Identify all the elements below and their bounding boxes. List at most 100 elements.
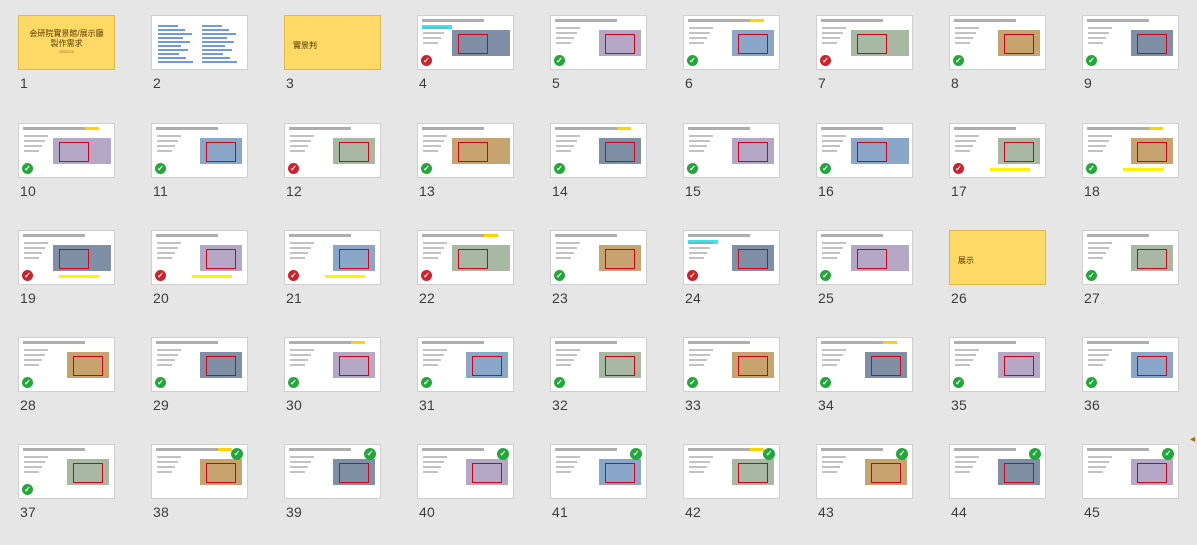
slide-thumbnail[interactable]: ✓ [949, 337, 1046, 392]
slide-thumbnail-cell[interactable]: ✓ 44 [949, 444, 1059, 534]
slide-thumbnail[interactable]: ✓ [683, 337, 780, 392]
slide-thumbnail[interactable]: ✓ [683, 230, 780, 285]
slide-thumbnail[interactable]: ✓ [417, 337, 514, 392]
slide-thumbnail-cell[interactable]: ✓ 23 [550, 230, 660, 320]
slide-thumbnail-cell[interactable]: ✓ 15 [683, 123, 793, 213]
slide-thumbnail[interactable]: ✓ [1082, 444, 1179, 499]
slide-thumbnail[interactable]: ✓ [550, 123, 647, 178]
slide-thumbnail[interactable]: ✓ [417, 444, 514, 499]
slide-thumbnail-cell[interactable]: ✓ 36 [1082, 337, 1192, 427]
check-circle-icon: ✓ [22, 484, 33, 495]
slide-thumbnail-cell[interactable]: ✓ 31 [417, 337, 527, 427]
check-circle-icon: ✓ [763, 448, 775, 460]
slide-thumbnail[interactable]: ✓ [1082, 15, 1179, 70]
slide-thumbnail-cell[interactable]: ✓ 32 [550, 337, 660, 427]
slide-thumbnail-cell[interactable]: 会研院實景館/展示廳 製作需求 2023.04 1 [18, 15, 128, 105]
slide-thumbnail-cell[interactable]: ✓ 8 [949, 15, 1059, 105]
slide-thumbnail[interactable]: ✓ [284, 230, 381, 285]
slide-thumbnail-cell[interactable]: ✓ 38 [151, 444, 261, 534]
slide-thumbnail[interactable]: ✓ [683, 123, 780, 178]
slide-thumbnail-cell[interactable]: 2 [151, 15, 261, 105]
slide-thumbnail-cell[interactable]: ✓ 35 [949, 337, 1059, 427]
slide-text-line [955, 456, 979, 458]
slide-thumbnail[interactable]: ✓ [1082, 123, 1179, 178]
slide-thumbnail-cell[interactable]: ✓ 18 [1082, 123, 1192, 213]
slide-thumbnail[interactable]: ✓ [550, 15, 647, 70]
slide-thumbnail[interactable]: ✓ [417, 123, 514, 178]
slide-thumbnail[interactable] [151, 15, 248, 70]
slide-thumbnail-cell[interactable]: ✓ 43 [816, 444, 926, 534]
slide-thumbnail[interactable]: ✓ [18, 123, 115, 178]
slide-thumbnail[interactable]: ✓ [417, 15, 514, 70]
check-circle-icon: ✓ [820, 163, 831, 174]
slide-thumbnail-cell[interactable]: ✓ 29 [151, 337, 261, 427]
slide-text-line [423, 359, 441, 361]
slide-thumbnail-cell[interactable]: ✓ 37 [18, 444, 128, 534]
slide-thumbnail[interactable]: ✓ [151, 230, 248, 285]
slide-thumbnail-cell[interactable]: ✓ 21 [284, 230, 394, 320]
slide-thumbnail-cell[interactable]: ✓ 12 [284, 123, 394, 213]
slide-thumbnail-cell[interactable]: ✓ 9 [1082, 15, 1192, 105]
slide-thumbnail[interactable]: 實景判 [284, 15, 381, 70]
slide-thumbnail-cell[interactable]: ✓ 19 [18, 230, 128, 320]
slide-thumbnail[interactable]: ✓ [284, 444, 381, 499]
slide-thumbnail[interactable]: 会研院實景館/展示廳 製作需求 2023.04 [18, 15, 115, 70]
slide-thumbnail[interactable]: ✓ [550, 230, 647, 285]
slide-thumbnail-cell[interactable]: ✓ 24 [683, 230, 793, 320]
slide-heading [555, 127, 617, 130]
slide-thumbnail-cell[interactable]: ✓ 13 [417, 123, 527, 213]
slide-thumbnail[interactable]: ✓ [550, 444, 647, 499]
slide-thumbnail-cell[interactable]: ✓ 17 [949, 123, 1059, 213]
slide-thumbnail[interactable]: ✓ [816, 337, 913, 392]
slide-thumbnail-cell[interactable]: ✓ 45 [1082, 444, 1192, 534]
slide-thumbnail-cell[interactable]: 展示 26 [949, 230, 1059, 320]
slide-thumbnail-cell[interactable]: ✓ 40 [417, 444, 527, 534]
slide-thumbnail[interactable]: ✓ [816, 230, 913, 285]
slide-number: 37 [20, 504, 36, 520]
slide-thumbnail-cell[interactable]: ✓ 41 [550, 444, 660, 534]
slide-heading [821, 234, 883, 237]
slide-thumbnail-cell[interactable]: ✓ 25 [816, 230, 926, 320]
slide-thumbnail[interactable]: ✓ [1082, 230, 1179, 285]
slide-thumbnail[interactable]: ✓ [949, 15, 1046, 70]
slide-thumbnail[interactable]: ✓ [816, 15, 913, 70]
slide-thumbnail-cell[interactable]: ✓ 27 [1082, 230, 1192, 320]
slide-thumbnail-cell[interactable]: ✓ 22 [417, 230, 527, 320]
slide-thumbnail-cell[interactable]: ✓ 34 [816, 337, 926, 427]
slide-thumbnail-cell[interactable]: ✓ 4 [417, 15, 527, 105]
slide-thumbnail-cell[interactable]: ✓ 20 [151, 230, 261, 320]
slide-thumbnail[interactable]: ✓ [18, 444, 115, 499]
slide-thumbnail[interactable]: 展示 [949, 230, 1046, 285]
slide-thumbnail-cell[interactable]: ✓ 42 [683, 444, 793, 534]
slide-thumbnail-cell[interactable]: ✓ 33 [683, 337, 793, 427]
slide-thumbnail[interactable]: ✓ [18, 230, 115, 285]
slide-thumbnail[interactable]: ✓ [550, 337, 647, 392]
slide-thumbnail[interactable]: ✓ [151, 123, 248, 178]
slide-text-line [1088, 466, 1106, 468]
slide-thumbnail-cell[interactable]: ✓ 10 [18, 123, 128, 213]
slide-thumbnail[interactable]: ✓ [18, 337, 115, 392]
slide-thumbnail-cell[interactable]: ✓ 5 [550, 15, 660, 105]
slide-thumbnail-cell[interactable]: 實景判 3 [284, 15, 394, 105]
slide-thumbnail[interactable]: ✓ [816, 444, 913, 499]
slide-thumbnail[interactable]: ✓ [284, 337, 381, 392]
highlight-frame [73, 356, 103, 376]
slide-thumbnail-cell[interactable]: ✓ 6 [683, 15, 793, 105]
slide-thumbnail[interactable]: ✓ [816, 123, 913, 178]
slide-thumbnail-cell[interactable]: ✓ 16 [816, 123, 926, 213]
slide-thumbnail[interactable]: ✓ [949, 123, 1046, 178]
slide-thumbnail[interactable]: ✓ [1082, 337, 1179, 392]
slide-thumbnail-cell[interactable]: ✓ 7 [816, 15, 926, 105]
slide-thumbnail-cell[interactable]: ✓ 30 [284, 337, 394, 427]
slide-thumbnail-cell[interactable]: ✓ 14 [550, 123, 660, 213]
slide-thumbnail-cell[interactable]: ✓ 28 [18, 337, 128, 427]
slide-thumbnail-cell[interactable]: ✓ 39 [284, 444, 394, 534]
slide-thumbnail-cell[interactable]: ✓ 11 [151, 123, 261, 213]
slide-thumbnail[interactable]: ✓ [683, 444, 780, 499]
slide-thumbnail[interactable]: ✓ [417, 230, 514, 285]
slide-thumbnail[interactable]: ✓ [949, 444, 1046, 499]
slide-thumbnail[interactable]: ✓ [284, 123, 381, 178]
slide-thumbnail[interactable]: ✓ [683, 15, 780, 70]
slide-thumbnail[interactable]: ✓ [151, 444, 248, 499]
slide-thumbnail[interactable]: ✓ [151, 337, 248, 392]
